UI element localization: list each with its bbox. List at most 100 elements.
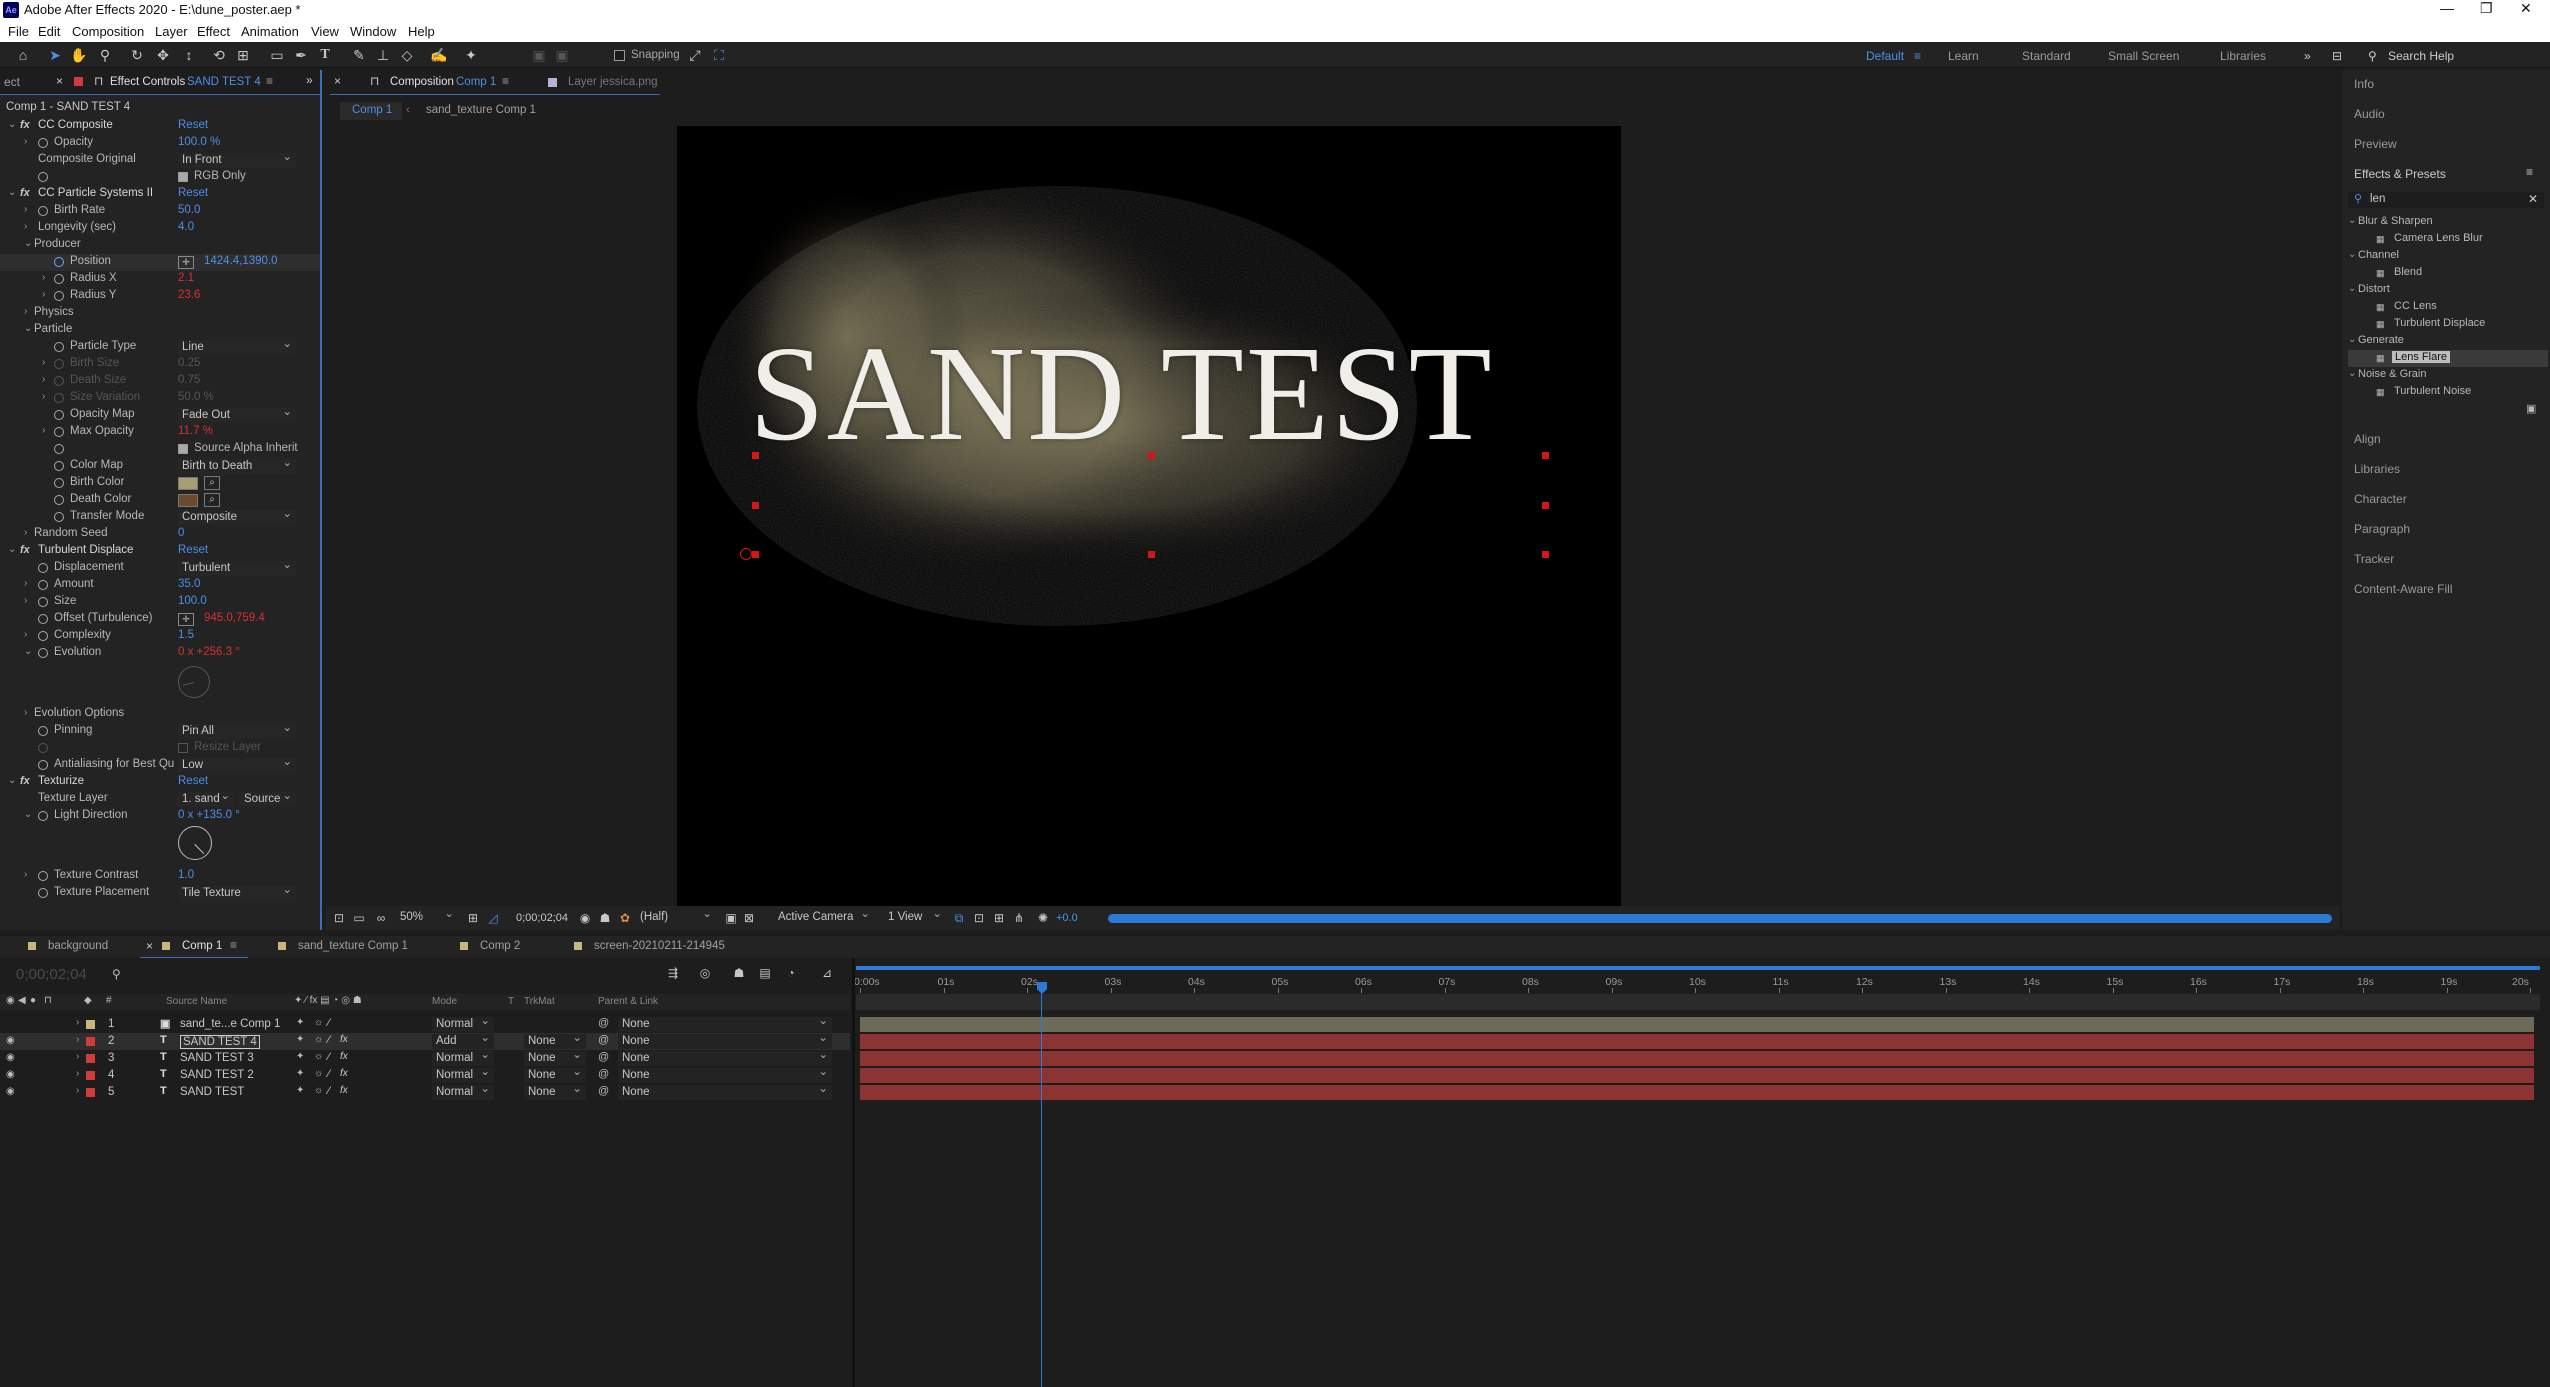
timeline-tab-background[interactable]: background [48, 940, 108, 952]
eye-icon[interactable]: ◉ [6, 1052, 15, 1063]
composition-tab-name[interactable]: Comp 1 [456, 76, 496, 88]
quality-icon[interactable]: ⁄ [328, 1017, 330, 1029]
antialiasing-dropdown[interactable]: Low [178, 755, 296, 773]
collapse-switch-icon[interactable]: ✦ [296, 1085, 304, 1096]
collapse-switch-icon[interactable]: ✦ [296, 1051, 304, 1062]
work-area-range[interactable] [856, 966, 2540, 970]
menu-file[interactable]: File [8, 24, 29, 39]
clear-search-icon[interactable]: ✕ [2528, 192, 2538, 206]
menu-help[interactable]: Help [408, 24, 435, 39]
menu-window[interactable]: Window [350, 24, 396, 39]
audio-panel[interactable]: Audio [2354, 107, 2385, 121]
reset-button[interactable]: Reset [178, 187, 208, 199]
menu-layer[interactable]: Layer [155, 24, 188, 39]
workspace-learn[interactable]: Learn [1948, 49, 1979, 63]
quality-switch-icon[interactable]: ☼ [314, 1051, 323, 1062]
effect-controls-layer[interactable]: SAND TEST 4 [187, 76, 261, 88]
stopwatch-icon[interactable] [38, 138, 48, 148]
fast-preview-icon[interactable]: ⊡ [970, 909, 988, 927]
layer-name[interactable]: SAND TEST [180, 1086, 244, 1098]
effect-turbulent-noise[interactable]: Turbulent Noise [2394, 385, 2471, 397]
minimize-icon[interactable]: — [2440, 0, 2454, 16]
layer-row[interactable]: ◉ › 5 T SAND TEST ✦ ☼ ⁄ fx Normal None @ None [0, 1082, 850, 1101]
breadcrumb-comp1[interactable]: Comp 1 [352, 104, 392, 116]
selection-tool-icon[interactable]: ➤ [46, 46, 64, 64]
panel-menu-icon[interactable]: ≡ [2526, 165, 2533, 179]
quality-icon[interactable]: ⁄ [328, 1085, 330, 1097]
quality-icon[interactable]: ⁄ [328, 1068, 330, 1080]
sync-settings-icon[interactable]: ⊟ [2332, 49, 2342, 63]
trkmat-dropdown[interactable]: None [524, 1082, 586, 1100]
rgb-only-checkbox[interactable] [178, 172, 188, 182]
playhead-line[interactable] [1041, 992, 1042, 1387]
bbox-handle[interactable] [1148, 452, 1155, 459]
eraser-tool-icon[interactable]: ◇ [398, 46, 416, 64]
timeline-search-input[interactable] [106, 968, 650, 984]
trkmat-dropdown[interactable]: None [524, 1065, 586, 1083]
expand-arrow-icon[interactable]: › [76, 1017, 79, 1028]
texture-source-dropdown[interactable]: Source [240, 789, 296, 807]
death-color-swatch[interactable] [178, 494, 198, 507]
transparency-grid-icon[interactable]: ⊠ [740, 909, 758, 927]
home-icon[interactable]: ⌂ [14, 46, 32, 64]
bbox-handle[interactable] [752, 551, 759, 558]
cc-composite-row[interactable]: ⌄ fx CC Composite Reset [0, 118, 322, 135]
layer-duration-bar[interactable] [860, 1034, 2534, 1049]
expand-panel-icon[interactable]: » [306, 73, 313, 87]
color-map-dropdown[interactable]: Birth to Death [178, 456, 296, 474]
reset-button[interactable]: Reset [178, 775, 208, 787]
expand-arrow-icon[interactable]: › [76, 1051, 79, 1062]
toggle-pixel-icon[interactable]: ⧉ [950, 909, 968, 927]
anchor-point-icon[interactable] [740, 548, 752, 560]
category-noise-grain[interactable]: Noise & Grain [2358, 368, 2426, 380]
timeline-timecode[interactable]: 0;00;02;04 [16, 966, 87, 983]
collapse-switch-icon[interactable]: ✦ [296, 1017, 304, 1028]
eyedropper-icon[interactable]: ⌕ [204, 476, 220, 490]
layer-tab[interactable]: Layer jessica.png [568, 76, 658, 88]
panel-menu-icon[interactable]: ≡ [230, 938, 237, 952]
color-channel-icon[interactable]: ✿ [616, 909, 634, 927]
crosshair-icon[interactable]: ✛ [178, 256, 194, 269]
always-preview-icon[interactable]: ⊡ [330, 909, 348, 927]
layer-name[interactable]: SAND TEST 2 [180, 1069, 254, 1081]
clone-stamp-tool-icon[interactable]: ⊥ [374, 46, 392, 64]
mode-dropdown[interactable]: Normal [432, 1014, 494, 1032]
graph-editor-icon[interactable]: ⊿ [818, 964, 836, 982]
effects-switch-icon[interactable]: fx [340, 1085, 348, 1096]
category-generate[interactable]: Generate [2358, 334, 2404, 346]
bbox-handle[interactable] [1542, 452, 1549, 459]
radius-x-value[interactable]: 2.1 [178, 272, 194, 284]
category-blur-sharpen[interactable]: Blur & Sharpen [2358, 215, 2433, 227]
quality-switch-icon[interactable]: ☼ [314, 1017, 323, 1028]
mode-dropdown[interactable]: Normal [432, 1048, 494, 1066]
shy-layers-icon[interactable]: ☗ [730, 964, 748, 982]
align-panel[interactable]: Align [2354, 432, 2381, 446]
close-tab-icon[interactable]: × [334, 74, 341, 88]
snapping-checkbox[interactable] [614, 50, 625, 61]
displacement-dropdown[interactable]: Turbulent [178, 558, 296, 576]
bbox-handle[interactable] [1148, 551, 1155, 558]
reset-button[interactable]: Reset [178, 544, 208, 556]
more-workspaces-icon[interactable]: » [2304, 49, 2311, 63]
mask-visibility-icon[interactable]: ◿ [484, 909, 502, 927]
layer-duration-bar[interactable] [860, 1017, 2534, 1032]
offset-value[interactable]: 945.0,759.4 [204, 612, 265, 624]
expand-arrow-icon[interactable]: › [76, 1085, 79, 1096]
close-icon[interactable]: ✕ [2520, 0, 2532, 17]
snap-feature-icon[interactable]: ⤢ [686, 46, 704, 64]
glasses-icon[interactable]: ∞ [372, 909, 390, 927]
search-help-field[interactable]: Search Help [2388, 49, 2454, 63]
effect-cc-lens[interactable]: CC Lens [2394, 300, 2437, 312]
composition-canvas[interactable]: SAND TEST [677, 126, 1621, 906]
pick-whip-icon[interactable]: @ [598, 1051, 609, 1063]
pick-whip-icon[interactable]: @ [598, 1085, 609, 1097]
resolution-dropdown[interactable]: (Half) [636, 907, 716, 925]
radius-y-value[interactable]: 23.6 [178, 289, 200, 301]
eye-icon[interactable]: ◉ [6, 1086, 15, 1097]
parent-dropdown[interactable]: None [618, 1048, 832, 1066]
panel-menu-icon[interactable]: ≡ [266, 74, 273, 88]
rectangle-tool-icon[interactable]: ▭ [268, 46, 286, 64]
camera-dropdown[interactable]: Active Camera [774, 907, 874, 925]
collapse-switch-icon[interactable]: ✦ [296, 1034, 304, 1045]
safe-zones-icon[interactable]: ⊞ [464, 909, 482, 927]
